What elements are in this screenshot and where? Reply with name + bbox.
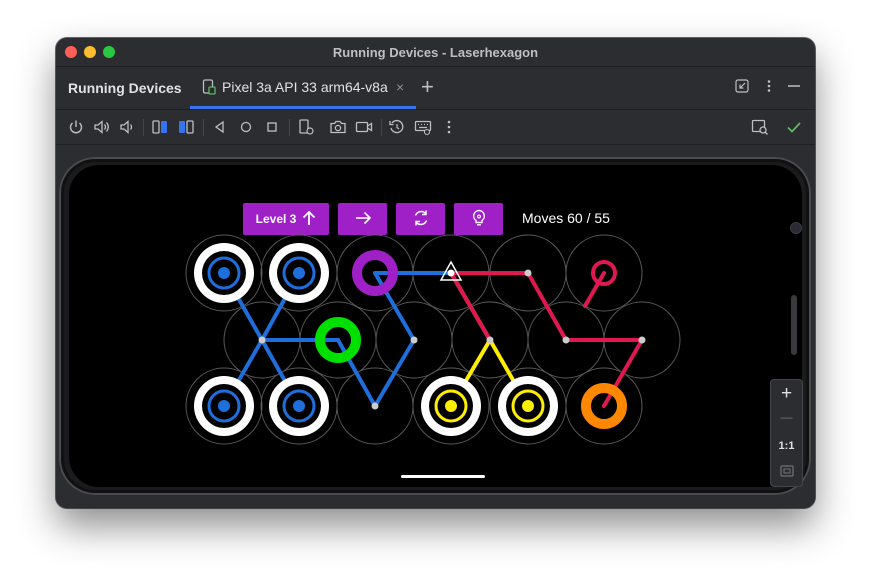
collapse-icon[interactable] — [735, 79, 749, 98]
zoom-actual-size-button[interactable]: 1:1 — [771, 440, 802, 452]
zoom-panel: + — 1:1 — [770, 379, 803, 487]
tab-bar: Running Devices Pixel 3a API 33 arm64-v8… — [56, 67, 815, 110]
toolbar-separator — [289, 119, 290, 136]
device-settings-icon[interactable] — [297, 118, 315, 136]
phone-screen[interactable]: Level 3 Moves 60 / 55 — [69, 165, 802, 487]
target-yellow-dot — [445, 400, 457, 412]
add-tab-button[interactable]: + — [421, 74, 434, 100]
target-blue-dot — [218, 400, 230, 412]
hex-board[interactable] — [69, 165, 802, 487]
target-blue-dot — [293, 267, 305, 279]
node-dot — [562, 336, 570, 344]
overview-icon[interactable] — [263, 118, 281, 136]
volume-up-icon[interactable] — [93, 118, 111, 136]
target-yellow-dot — [522, 400, 534, 412]
panel-title: Running Devices — [68, 80, 182, 96]
toolbar-separator — [381, 119, 382, 136]
more-toolbar-icon[interactable] — [440, 118, 458, 136]
back-icon[interactable] — [211, 118, 229, 136]
home-icon[interactable] — [237, 118, 255, 136]
front-camera — [791, 223, 801, 233]
title-bar: Running Devices - Laserhexagon — [56, 38, 815, 67]
toolbar-separator — [143, 119, 144, 136]
video-icon[interactable] — [355, 118, 373, 136]
device-area: Level 3 Moves 60 / 55 — [56, 145, 815, 508]
more-options-icon[interactable] — [762, 79, 776, 98]
toolbar-separator — [203, 119, 204, 136]
emulator-window: Running Devices - Laserhexagon Running D… — [56, 38, 815, 508]
target-blue-dot — [218, 267, 230, 279]
check-icon[interactable] — [785, 118, 803, 136]
rotate-left-icon[interactable] — [151, 118, 169, 136]
node-dot — [638, 336, 646, 344]
node-dot — [447, 269, 455, 277]
gesture-home-bar[interactable] — [401, 475, 485, 478]
tab-label: Pixel 3a API 33 arm64-v8a — [222, 79, 388, 95]
camera-icon[interactable] — [329, 118, 347, 136]
keyboard-icon[interactable] — [414, 118, 432, 136]
zoom-fit-icon[interactable] — [771, 464, 802, 483]
power-icon[interactable] — [67, 118, 85, 136]
node-dot — [258, 336, 266, 344]
side-button — [791, 295, 797, 355]
laser-beam — [449, 271, 492, 342]
volume-down-icon[interactable] — [118, 118, 136, 136]
node-dot — [371, 402, 379, 410]
node-dot — [524, 269, 532, 277]
hide-panel-icon[interactable] — [787, 79, 801, 98]
snapshot-icon[interactable] — [388, 118, 406, 136]
tab-close-icon[interactable]: × — [396, 79, 404, 95]
tab-pixel-3a[interactable]: Pixel 3a API 33 arm64-v8a × — [190, 67, 416, 109]
phone-frame: Level 3 Moves 60 / 55 — [59, 157, 811, 495]
device-icon — [202, 79, 216, 100]
zoom-out-button[interactable]: — — [771, 410, 802, 424]
window-title: Running Devices - Laserhexagon — [332, 45, 539, 60]
zoom-in-button[interactable]: + — [771, 383, 802, 405]
node-dot — [410, 336, 418, 344]
node-dot — [486, 336, 494, 344]
layout-inspector-icon[interactable] — [751, 118, 769, 136]
device-toolbar — [56, 110, 815, 145]
rotate-right-icon[interactable] — [177, 118, 195, 136]
target-blue-dot — [293, 400, 305, 412]
